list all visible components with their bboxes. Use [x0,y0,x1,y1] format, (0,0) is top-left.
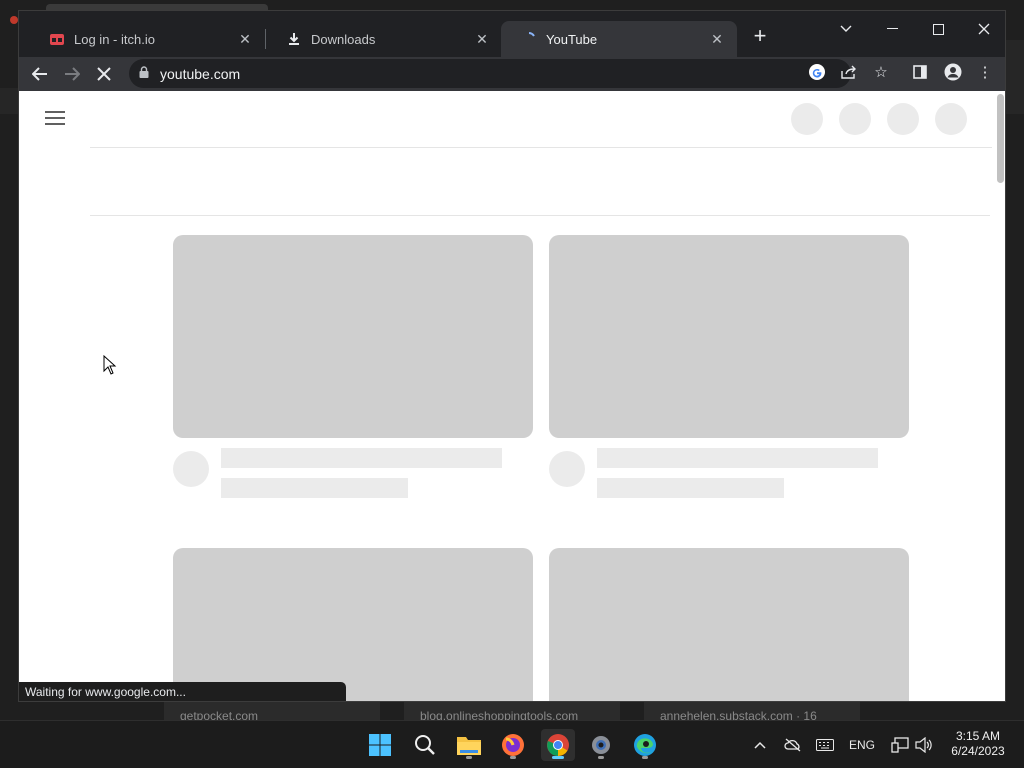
more-menu-icon[interactable]: ⋮ [974,61,996,83]
running-indicator [598,756,604,759]
minimize-icon[interactable] [869,15,915,43]
tab-label: YouTube [546,31,598,47]
stop-loading-icon[interactable] [90,60,118,88]
chrome-icon[interactable] [541,729,575,761]
status-bubble: Waiting for www.google.com... [19,682,346,701]
search-icon[interactable] [409,729,441,761]
chrome-window: Log in - itch.io ✕ Downloads ✕ YouTube ✕… [18,10,1006,702]
title-skeleton-line [597,448,878,468]
edge-icon[interactable] [629,729,661,761]
clock-time: 3:15 AM [955,729,1001,743]
running-indicator [466,756,472,759]
mouse-pointer-icon [103,355,117,375]
volume-icon[interactable] [913,733,935,757]
header-skeleton-circle [791,103,823,135]
address-bar[interactable]: youtube.com [129,59,851,88]
loading-spinner-icon [521,31,537,47]
profile-icon[interactable] [942,61,964,83]
header-skeleton-circle [887,103,919,135]
menu-icon[interactable] [45,111,65,125]
page-scrollbar[interactable] [995,91,1005,701]
file-explorer-icon[interactable] [453,729,485,761]
tab-downloads[interactable]: Downloads ✕ [266,21,502,57]
close-tab-icon[interactable]: ✕ [472,29,492,49]
back-arrow-icon[interactable] [26,60,54,88]
tab-youtube[interactable]: YouTube ✕ [501,21,737,57]
chips-divider [90,215,990,216]
forward-arrow-icon[interactable] [58,60,86,88]
side-panel-icon[interactable] [909,61,931,83]
download-icon [286,31,302,47]
close-tab-icon[interactable]: ✕ [707,29,727,49]
title-skeleton-line [221,448,502,468]
channel-avatar-skeleton [549,451,585,487]
background-window-edge-right [1006,40,1024,114]
scrollbar-thumb[interactable] [997,94,1004,183]
settings-icon[interactable] [585,729,617,761]
maximize-icon[interactable] [915,15,961,43]
tab-search-chevron-icon[interactable] [823,15,869,43]
video-thumbnail-skeleton[interactable] [173,548,533,701]
running-indicator [642,756,648,759]
bookmark-star-icon[interactable]: ☆ [870,61,892,83]
share-icon[interactable] [838,61,860,83]
google-lens-icon[interactable] [806,61,828,83]
tab-strip: Log in - itch.io ✕ Downloads ✕ YouTube ✕… [19,11,1005,57]
show-hidden-icons-chevron-icon[interactable] [750,733,770,757]
tab-itch-io[interactable]: Log in - itch.io ✕ [29,21,265,57]
web-page: Waiting for www.google.com... [19,91,1005,701]
clock-date: 6/24/2023 [951,744,1005,758]
taskbar: ENG 3:15 AM 6/24/2023 [0,720,1024,768]
browser-toolbar: youtube.com ☆ ⋮ [19,57,1005,91]
lock-icon[interactable] [139,66,149,78]
itch-io-icon [49,31,65,47]
header-divider [90,147,992,148]
background-window-edge [0,88,18,114]
firefox-icon[interactable] [497,729,529,761]
close-tab-icon[interactable]: ✕ [235,29,255,49]
header-skeleton-circle [839,103,871,135]
video-thumbnail-skeleton[interactable] [549,235,909,438]
background-window-icon [10,16,18,24]
background-window-label: blog.onlineshoppingtools.com [404,702,620,720]
network-icon[interactable] [889,733,911,757]
language-indicator[interactable]: ENG [846,733,878,757]
video-thumbnail-skeleton[interactable] [549,548,909,701]
meta-skeleton-line [597,478,784,498]
active-indicator [552,756,564,759]
header-skeleton-circle [935,103,967,135]
running-indicator [510,756,516,759]
meta-skeleton-line [221,478,408,498]
system-clock[interactable]: 3:15 AM 6/24/2023 [940,729,1016,759]
start-icon[interactable] [364,729,396,761]
background-window-label: annehelen.substack.com · 16 [644,702,860,720]
close-window-icon[interactable] [961,15,1005,43]
tab-label: Downloads [311,31,376,47]
url-text[interactable]: youtube.com [160,66,240,82]
tab-label: Log in - itch.io [74,31,155,47]
keyboard-icon[interactable] [814,733,836,757]
onedrive-offline-icon[interactable] [782,733,804,757]
new-tab-button[interactable]: + [749,25,771,48]
video-thumbnail-skeleton[interactable] [173,235,533,438]
background-window-label: getpocket.com [164,702,380,720]
channel-avatar-skeleton [173,451,209,487]
